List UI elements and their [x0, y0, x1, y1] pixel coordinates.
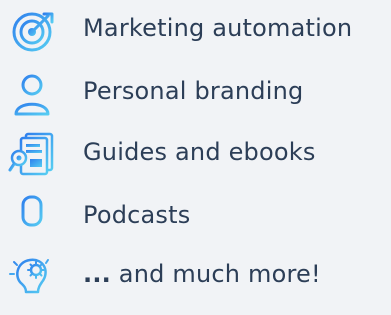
ellipsis-text: ... — [83, 260, 111, 288]
list-item-podcasts: Podcasts — [0, 191, 391, 243]
list-item-label: Marketing automation — [83, 14, 353, 42]
list-item-and-more: ... and much more! — [0, 250, 391, 302]
feature-list: Marketing automation Personal branding G… — [0, 0, 391, 315]
list-item-marketing-automation: Marketing automation — [0, 4, 391, 56]
target-icon — [8, 8, 60, 54]
list-item-guides-ebooks: Guides and ebooks — [0, 128, 391, 180]
list-item-label: Personal branding — [83, 77, 304, 105]
lightbulb-gear-icon — [8, 254, 60, 300]
and-more-text: and much more! — [110, 260, 321, 288]
microphone-icon — [8, 195, 60, 241]
list-item-label: Podcasts — [83, 201, 191, 229]
list-item-label: ... and much more! — [83, 258, 321, 290]
list-item-label: Guides and ebooks — [83, 138, 316, 166]
list-item-personal-branding: Personal branding — [0, 67, 391, 119]
person-icon — [8, 71, 60, 117]
document-magnifier-icon — [8, 132, 60, 178]
